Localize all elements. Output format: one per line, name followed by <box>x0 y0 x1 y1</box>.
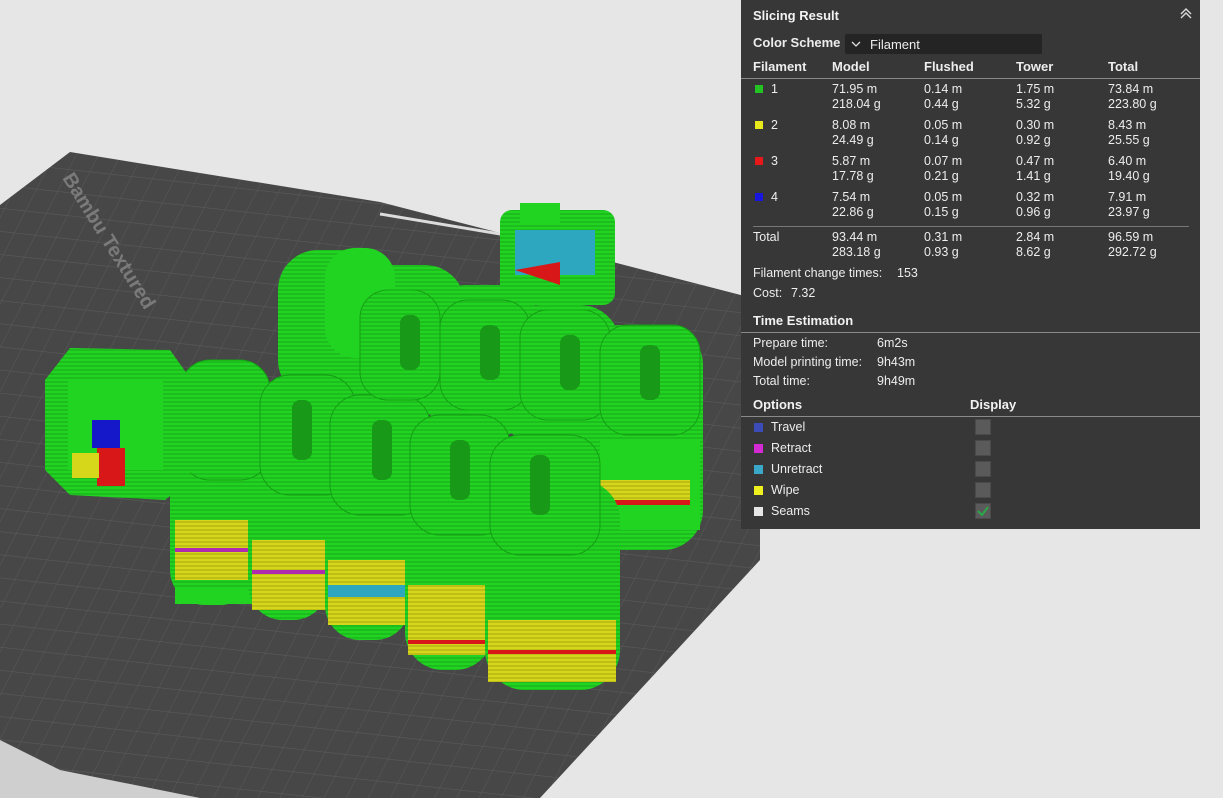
travel-checkbox[interactable] <box>975 419 991 435</box>
total-weight: 23.97 g <box>1108 205 1150 219</box>
cost-value: 7.32 <box>791 286 816 300</box>
model-time-value: 9h43m <box>877 355 916 369</box>
filament-color-swatch <box>755 85 763 93</box>
total-length: 6.40 m <box>1108 154 1147 168</box>
flushed-weight: 0.93 g <box>924 245 959 259</box>
flushed-length: 0.14 m <box>924 82 963 96</box>
filament-id: 1 <box>771 82 778 96</box>
option-label: Seams <box>771 504 810 518</box>
slicing-result-panel: Slicing Result Color Scheme Filament Fil… <box>741 0 1200 529</box>
total-weight: 292.72 g <box>1108 245 1157 259</box>
checkmark-icon <box>977 506 989 517</box>
filament-id: 4 <box>771 190 778 204</box>
header-divider <box>741 78 1200 79</box>
col-header-total: Total <box>1108 59 1139 74</box>
total-divider <box>753 226 1189 227</box>
seams-swatch <box>754 507 763 516</box>
model-length: 93.44 m <box>832 230 878 244</box>
unretract-checkbox[interactable] <box>975 461 991 477</box>
color-scheme-value: Filament <box>870 37 920 52</box>
total-length: 8.43 m <box>1108 118 1147 132</box>
prepare-time-value: 6m2s <box>877 336 908 350</box>
tower-weight: 0.96 g <box>1016 205 1051 219</box>
total-time-label: Total time: <box>753 374 810 388</box>
tower-length: 0.30 m <box>1016 118 1055 132</box>
filament-color-swatch <box>755 193 763 201</box>
filament-change-label: Filament change times: <box>753 266 883 280</box>
wipe-swatch <box>754 486 763 495</box>
model-weight: 283.18 g <box>832 245 881 259</box>
retract-checkbox[interactable] <box>975 440 991 456</box>
col-header-tower: Tower <box>1016 59 1054 74</box>
cost-label: Cost: <box>753 286 783 300</box>
total-length: 96.59 m <box>1108 230 1154 244</box>
tower-length: 0.32 m <box>1016 190 1055 204</box>
filament-color-swatch <box>755 157 763 165</box>
flushed-weight: 0.15 g <box>924 205 959 219</box>
total-weight: 223.80 g <box>1108 97 1157 111</box>
color-scheme-label: Color Scheme <box>753 35 841 50</box>
total-time-value: 9h49m <box>877 374 916 388</box>
col-header-model: Model <box>832 59 870 74</box>
col-header-filament: Filament <box>753 59 807 74</box>
prime-tower <box>500 203 615 305</box>
time-estimation-title: Time Estimation <box>753 313 854 328</box>
total-weight: 25.55 g <box>1108 133 1150 147</box>
unretract-swatch <box>754 465 763 474</box>
travel-swatch <box>754 423 763 432</box>
total-weight: 19.40 g <box>1108 169 1150 183</box>
chevron-down-icon <box>851 41 861 47</box>
tower-weight: 1.41 g <box>1016 169 1051 183</box>
retract-swatch <box>754 444 763 453</box>
col-header-flushed: Flushed <box>924 59 974 74</box>
total-label: Total <box>753 230 780 244</box>
option-label: Retract <box>771 441 812 455</box>
seams-checkbox[interactable] <box>975 503 991 519</box>
panel-title: Slicing Result <box>753 8 839 23</box>
flushed-weight: 0.14 g <box>924 133 959 147</box>
model-length: 5.87 m <box>832 154 871 168</box>
flushed-length: 0.31 m <box>924 230 963 244</box>
option-label: Travel <box>771 420 806 434</box>
calibration-cube <box>45 348 195 500</box>
options-header: Options <box>753 397 803 412</box>
total-length: 7.91 m <box>1108 190 1147 204</box>
total-length: 73.84 m <box>1108 82 1154 96</box>
option-label: Unretract <box>771 462 823 476</box>
tower-length: 2.84 m <box>1016 230 1055 244</box>
flushed-length: 0.05 m <box>924 190 963 204</box>
color-scheme-select[interactable]: Filament <box>845 34 1042 54</box>
model-weight: 17.78 g <box>832 169 874 183</box>
time-divider <box>741 332 1200 333</box>
flushed-length: 0.07 m <box>924 154 963 168</box>
model-length: 7.54 m <box>832 190 871 204</box>
tower-length: 0.47 m <box>1016 154 1055 168</box>
flushed-length: 0.05 m <box>924 118 963 132</box>
filament-change-value: 153 <box>897 266 918 280</box>
flushed-weight: 0.44 g <box>924 97 959 111</box>
prepare-time-label: Prepare time: <box>753 336 829 350</box>
filament-color-swatch <box>755 121 763 129</box>
filament-id: 2 <box>771 118 778 132</box>
flushed-weight: 0.21 g <box>924 169 959 183</box>
model-length: 71.95 m <box>832 82 878 96</box>
option-label: Wipe <box>771 483 800 497</box>
model-time-label: Model printing time: <box>753 355 863 369</box>
tower-length: 1.75 m <box>1016 82 1055 96</box>
options-divider <box>741 416 1200 417</box>
model-weight: 22.86 g <box>832 205 874 219</box>
tower-weight: 8.62 g <box>1016 245 1051 259</box>
filament-id: 3 <box>771 154 778 168</box>
tower-weight: 5.32 g <box>1016 97 1051 111</box>
model-length: 8.08 m <box>832 118 871 132</box>
wipe-checkbox[interactable] <box>975 482 991 498</box>
collapse-chevron-icon[interactable] <box>1178 6 1194 22</box>
model-weight: 218.04 g <box>832 97 881 111</box>
display-header: Display <box>970 397 1017 412</box>
model-weight: 24.49 g <box>832 133 874 147</box>
tower-weight: 0.92 g <box>1016 133 1051 147</box>
